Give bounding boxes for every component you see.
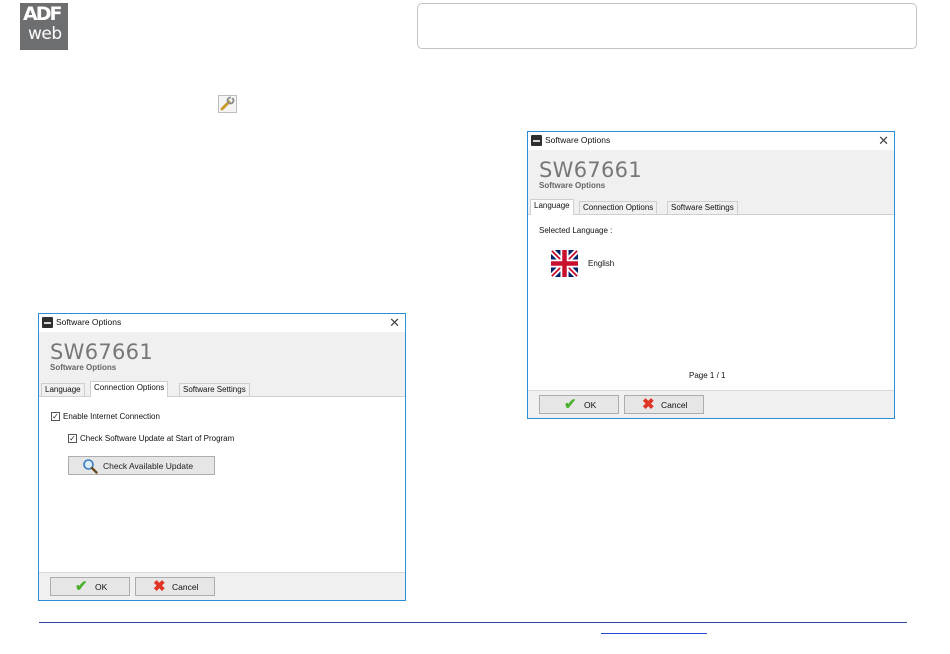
checkmark-icon: ✔ bbox=[75, 578, 88, 595]
close-icon[interactable]: ✕ bbox=[878, 132, 889, 149]
wrench-icon[interactable] bbox=[218, 95, 237, 113]
tab-connection-options[interactable]: Connection Options bbox=[579, 201, 658, 215]
cross-icon: ✖ bbox=[153, 578, 166, 595]
logo-line2: web bbox=[28, 24, 62, 44]
tab-language[interactable]: Language bbox=[530, 199, 574, 215]
tab-language[interactable]: Language bbox=[41, 383, 85, 397]
dialog-footer: ✔ OK ✖ Cancel bbox=[528, 390, 894, 418]
cancel-button[interactable]: ✖ Cancel bbox=[135, 577, 215, 596]
cross-icon: ✖ bbox=[642, 396, 655, 413]
cancel-button[interactable]: ✖ Cancel bbox=[624, 395, 704, 414]
ok-button[interactable]: ✔ OK bbox=[50, 577, 130, 596]
window-title: Software Options bbox=[56, 317, 122, 327]
software-options-dialog-language: Software Options ✕ SW67661 Software Opti… bbox=[527, 131, 895, 419]
tab-content: ✓ Enable Internet Connection ✓ Check Sof… bbox=[39, 396, 405, 574]
tab-software-settings[interactable]: Software Settings bbox=[179, 383, 250, 397]
check-available-update-button[interactable]: Check Available Update bbox=[68, 456, 215, 475]
check-update-button-label: Check Available Update bbox=[103, 461, 194, 471]
app-code-title: SW67661 bbox=[50, 340, 153, 364]
enable-internet-label: Enable Internet Connection bbox=[63, 412, 160, 421]
app-icon bbox=[42, 317, 53, 328]
tab-connection-options[interactable]: Connection Options bbox=[90, 381, 169, 397]
app-icon bbox=[531, 135, 542, 146]
dialog-header: SW67661 Software Options Language Connec… bbox=[39, 332, 405, 397]
footer-rule bbox=[39, 622, 907, 623]
tab-content: Selected Language : English Page 1 / 1 bbox=[528, 214, 894, 392]
checkmark-icon: ✔ bbox=[564, 396, 577, 413]
footer-link-underline[interactable] bbox=[601, 633, 707, 634]
uk-flag-icon[interactable] bbox=[551, 250, 578, 277]
software-options-dialog-connection: Software Options ✕ SW67661 Software Opti… bbox=[38, 313, 406, 601]
adfweb-logo: ADF web bbox=[20, 3, 68, 50]
check-update-label: Check Software Update at Start of Progra… bbox=[80, 434, 235, 443]
close-icon[interactable]: ✕ bbox=[389, 314, 400, 331]
dialog-footer: ✔ OK ✖ Cancel bbox=[39, 572, 405, 600]
page-indicator: Page 1 / 1 bbox=[689, 371, 726, 380]
tab-software-settings[interactable]: Software Settings bbox=[667, 201, 738, 215]
logo-line1: ADF bbox=[23, 3, 62, 25]
title-bar: Software Options ✕ bbox=[528, 132, 894, 150]
header-box bbox=[417, 3, 917, 49]
magnifier-icon bbox=[83, 459, 98, 474]
selected-language-label: Selected Language : bbox=[539, 226, 613, 235]
subtitle: Software Options bbox=[50, 363, 117, 372]
check-update-checkbox[interactable]: ✓ bbox=[68, 434, 77, 443]
cancel-label: Cancel bbox=[172, 582, 199, 592]
subtitle: Software Options bbox=[539, 181, 606, 190]
enable-internet-checkbox[interactable]: ✓ bbox=[51, 412, 60, 421]
ok-label: OK bbox=[95, 582, 108, 592]
dialog-header: SW67661 Software Options Language Connec… bbox=[528, 150, 894, 215]
window-title: Software Options bbox=[545, 135, 611, 145]
ok-button[interactable]: ✔ OK bbox=[539, 395, 619, 414]
app-code-title: SW67661 bbox=[539, 158, 642, 182]
ok-label: OK bbox=[584, 400, 597, 410]
title-bar: Software Options ✕ bbox=[39, 314, 405, 332]
cancel-label: Cancel bbox=[661, 400, 688, 410]
language-name: English bbox=[588, 259, 615, 268]
